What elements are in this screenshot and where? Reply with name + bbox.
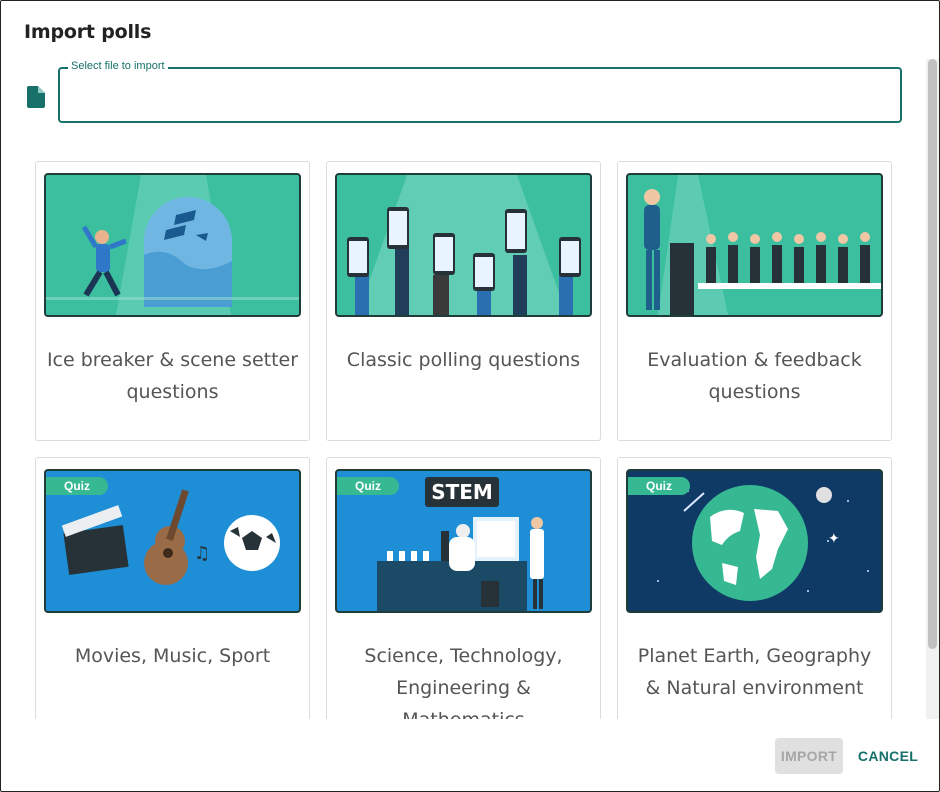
import-polls-dialog: Import polls Select file to import Ice b…	[0, 0, 940, 792]
template-grid: Ice breaker & scene setter questions Cla…	[1, 141, 926, 719]
quiz-tag: Quiz	[46, 477, 108, 495]
import-button[interactable]: IMPORT	[775, 738, 843, 774]
quiz-tag: Quiz	[628, 477, 690, 495]
template-card-evaluation[interactable]: Evaluation & feedback questions	[617, 161, 892, 441]
stem-banner: STEM	[425, 477, 499, 507]
svg-text:✦: ✦	[828, 531, 840, 547]
card-label: Classic polling questions	[346, 349, 581, 371]
cancel-button[interactable]: CANCEL	[853, 738, 923, 774]
file-icon	[27, 86, 45, 108]
quiz-tag: Quiz	[337, 477, 399, 495]
classic-polling-illustration	[335, 173, 592, 317]
planet-earth-illustration: Quiz ✦	[626, 469, 883, 613]
evaluation-illustration	[626, 173, 883, 317]
card-label: Science, Technology, Engineering & Mathe…	[364, 645, 563, 719]
template-card-ice-breaker[interactable]: Ice breaker & scene setter questions	[35, 161, 310, 441]
card-label: Ice breaker & scene setter questions	[46, 349, 299, 403]
card-label: Evaluation & feedback questions	[647, 349, 862, 403]
scrollbar-thumb[interactable]	[928, 59, 937, 649]
stem-illustration: Quiz STEM	[335, 469, 592, 613]
template-card-classic-polling[interactable]: Classic polling questions	[326, 161, 601, 441]
file-import-field[interactable]: Select file to import	[58, 60, 902, 123]
svg-text:♫: ♫	[194, 543, 210, 564]
template-card-movies-music-sport[interactable]: Quiz ♫ Movies, Music, Sport	[35, 457, 310, 719]
dialog-title: Import polls	[24, 21, 152, 43]
file-import-label: Select file to import	[68, 60, 168, 72]
card-label: Movies, Music, Sport	[74, 645, 271, 667]
template-card-stem[interactable]: Quiz STEM Science, Technology, Engineeri…	[326, 457, 601, 719]
card-label: Planet Earth, Geography & Natural enviro…	[637, 645, 872, 699]
movies-music-sport-illustration: Quiz ♫	[44, 469, 301, 613]
ice-breaker-illustration	[44, 173, 301, 317]
template-card-planet-earth[interactable]: Quiz ✦ Planet Earth, Geography & Natural…	[617, 457, 892, 719]
file-import-input[interactable]	[70, 79, 890, 111]
